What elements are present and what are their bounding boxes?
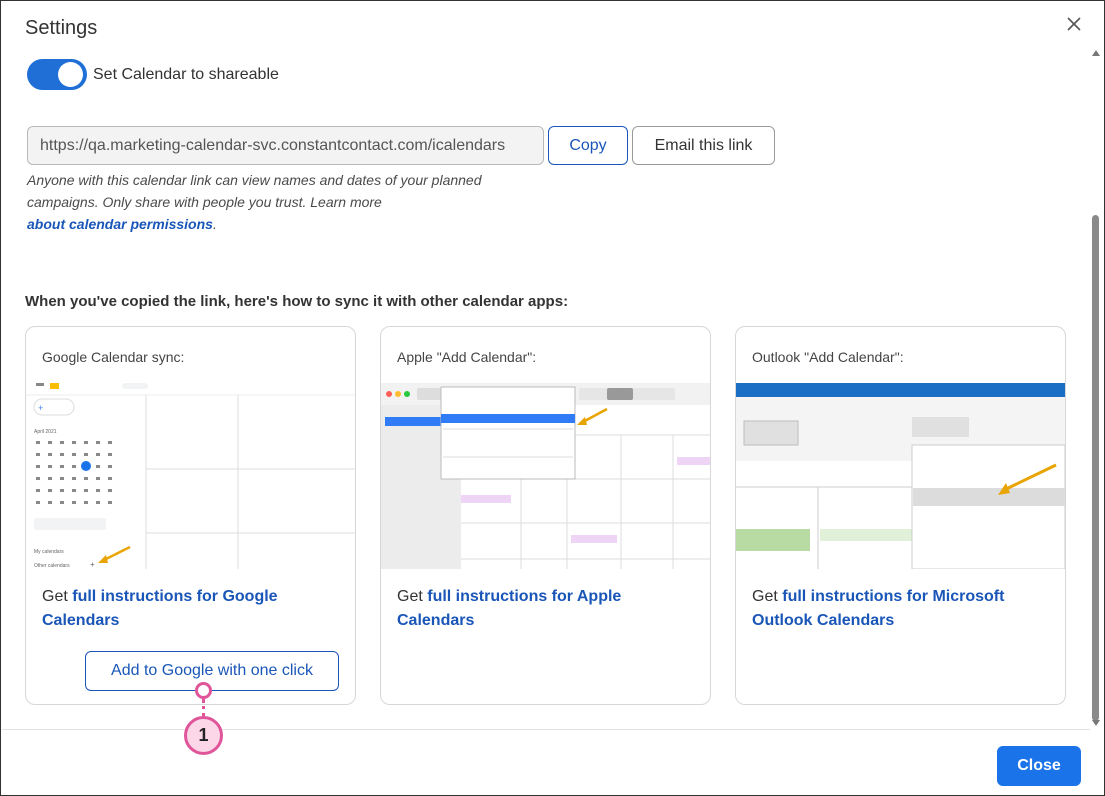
callout-number-badge: 1 xyxy=(184,716,223,755)
calendar-link-field[interactable] xyxy=(27,126,544,165)
outlook-instructions-link[interactable]: full instructions for Microsoft Outlook … xyxy=(752,588,1004,629)
settings-dialog: Settings Set Calendar to shareable Copy … xyxy=(0,0,1105,796)
scrollbar[interactable] xyxy=(1089,47,1103,729)
shareable-toggle[interactable] xyxy=(27,59,87,90)
svg-text:April 2021: April 2021 xyxy=(34,429,57,435)
note-line-1: Anyone with this calendar link can view … xyxy=(27,172,482,188)
svg-text:My calendars: My calendars xyxy=(34,549,64,555)
card-instructions: Get full instructions for Apple Calendar… xyxy=(397,588,622,629)
card-title: Outlook "Add Calendar": xyxy=(752,349,904,365)
email-link-button[interactable]: Email this link xyxy=(632,126,775,165)
close-icon[interactable] xyxy=(1063,13,1085,35)
card-title: Apple "Add Calendar": xyxy=(397,349,537,365)
card-instructions: Get full instructions for Google Calenda… xyxy=(42,588,278,629)
apple-calendar-screenshot xyxy=(381,383,710,569)
scroll-up-icon[interactable] xyxy=(1092,49,1100,57)
note-line-2: campaigns. Only share with people you tr… xyxy=(27,194,382,210)
toggle-knob xyxy=(58,62,83,87)
google-calendar-card: Google Calendar sync: + April 2021 My ca… xyxy=(25,326,356,705)
shareable-toggle-label: Set Calendar to shareable xyxy=(93,66,279,83)
google-instructions-link[interactable]: full instructions for Google Calendars xyxy=(42,588,278,629)
share-warning-note: Anyone with this calendar link can view … xyxy=(27,169,547,235)
outlook-calendar-screenshot xyxy=(736,383,1065,569)
card-instructions: Get full instructions for Microsoft Outl… xyxy=(752,588,1005,629)
svg-text:+: + xyxy=(90,560,95,569)
add-to-google-button[interactable]: Add to Google with one click xyxy=(85,651,339,691)
close-button[interactable]: Close xyxy=(997,746,1081,786)
google-calendar-screenshot: + April 2021 My calendars Other calendar… xyxy=(26,383,355,569)
apple-instructions-link[interactable]: full instructions for Apple Calendars xyxy=(397,588,621,629)
apple-calendar-card: Apple "Add Calendar": Get full instructi… xyxy=(380,326,711,705)
callout-connector xyxy=(202,699,205,717)
scroll-down-icon[interactable] xyxy=(1092,719,1100,727)
card-title: Google Calendar sync: xyxy=(42,349,185,365)
copy-button[interactable]: Copy xyxy=(548,126,628,165)
outlook-calendar-card: Outlook "Add Calendar": Get full instruc… xyxy=(735,326,1066,705)
sync-heading: When you've copied the link, here's how … xyxy=(25,293,569,310)
callout-marker-ring xyxy=(195,682,212,699)
calendar-permissions-link[interactable]: about calendar permissions xyxy=(27,216,213,232)
svg-text:Other calendars: Other calendars xyxy=(34,563,70,569)
dialog-title: Settings xyxy=(25,17,98,39)
scrollbar-thumb[interactable] xyxy=(1092,215,1099,721)
footer-divider xyxy=(2,729,1090,730)
svg-text:+: + xyxy=(38,403,43,413)
note-end: . xyxy=(212,216,217,232)
